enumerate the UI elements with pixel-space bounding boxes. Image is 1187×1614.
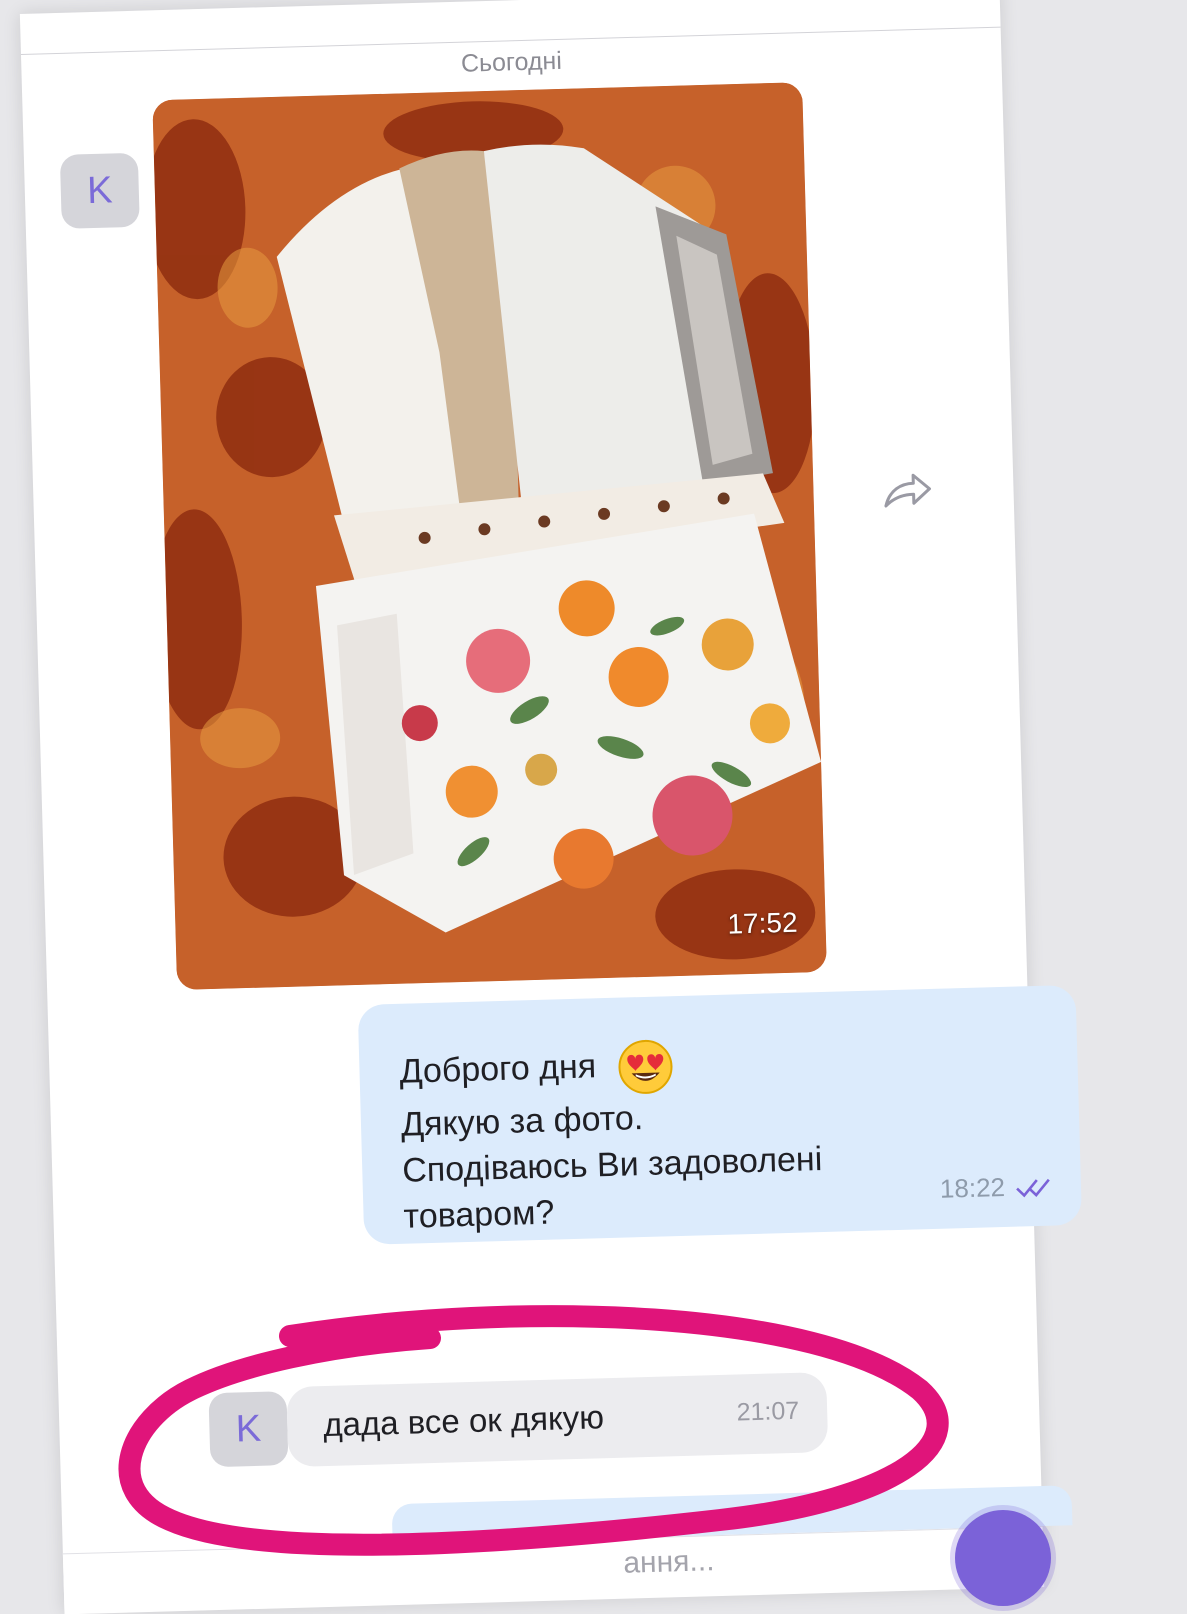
contact-avatar[interactable]: K (59, 152, 140, 229)
avatar-initial: K (86, 168, 114, 212)
forward-icon[interactable] (879, 469, 936, 513)
towels-photo (152, 82, 827, 990)
message-input-bar[interactable]: ання... (62, 1526, 1045, 1614)
outgoing-timestamp: 18:22 (939, 1171, 1006, 1204)
incoming-message-bubble[interactable]: дада все ок дякую 21:07 (286, 1372, 829, 1468)
contact-avatar-2[interactable]: K (208, 1391, 289, 1468)
date-separator: Сьогодні (460, 46, 563, 78)
photo-message[interactable]: 17:52 (152, 82, 827, 990)
outgoing-message-bubble[interactable]: Доброго дня Дякую за фото. Сподіваюсь Ви… (357, 984, 1083, 1245)
avatar-initial-2: K (235, 1407, 262, 1451)
double-check-icon (1016, 1178, 1050, 1197)
message-input-placeholder: ання... (622, 1544, 715, 1580)
photo-timestamp: 17:52 (727, 906, 798, 940)
send-button[interactable] (955, 1510, 1051, 1606)
incoming-message-text: дада все ок дякую (322, 1398, 605, 1444)
chat-screen: Сьогодні K 17:52 Доброго дня Дякую за фо… (19, 0, 1083, 1614)
incoming-timestamp: 21:07 (736, 1396, 800, 1427)
heart-eyes-emoji-icon (618, 1039, 673, 1094)
message-line-1-text: Доброго дня (399, 1047, 597, 1091)
